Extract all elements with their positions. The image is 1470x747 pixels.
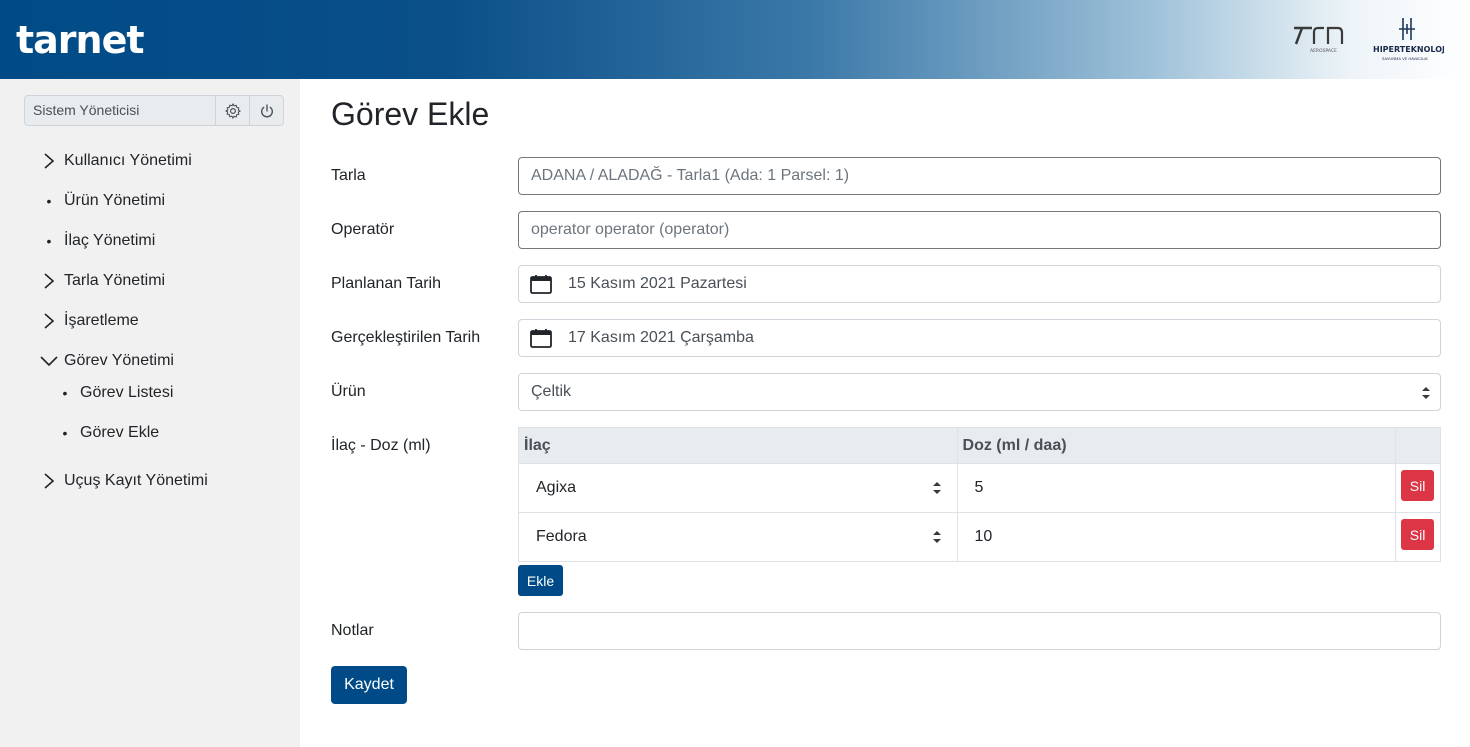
sidebar-subitem-gorev-listesi[interactable]: • Görev Listesi: [56, 383, 174, 403]
bullet-icon: •: [46, 193, 52, 209]
operator-label: Operatör: [331, 221, 395, 238]
select-arrows-icon: [932, 531, 941, 543]
doz-value: 5: [974, 479, 984, 496]
sidebar-item-label: İşaretleme: [64, 312, 139, 329]
gerceklestirilen-tarih-value: 17 Kasım 2021 Çarşamba: [568, 329, 754, 346]
table-row: Fedora 10 Sil: [518, 512, 1441, 562]
logout-button[interactable]: [249, 96, 283, 125]
table-row: Agixa 5 Sil: [518, 463, 1441, 513]
ilac-value: Agixa: [536, 479, 577, 496]
sidebar-item-label: Kullanıcı Yönetimi: [64, 152, 192, 169]
bullet-icon: •: [62, 385, 68, 401]
gear-icon: [224, 102, 241, 119]
svg-text:AEROSPACE: AEROSPACE: [1310, 48, 1337, 54]
trn-aerospace-logo: AEROSPACE: [1294, 26, 1344, 54]
select-arrows-icon: [932, 482, 941, 494]
gerceklestirilen-tarih-field[interactable]: 17 Kasım 2021 Çarşamba: [518, 319, 1441, 357]
sidebar-item-gorev[interactable]: Görev Yönetimi: [40, 351, 174, 371]
sidebar-item-ilac[interactable]: • İlaç Yönetimi: [40, 231, 156, 251]
chevron-right-icon: [44, 313, 55, 329]
delete-button[interactable]: Sil: [1401, 470, 1435, 501]
page-title: Görev Ekle: [331, 96, 490, 132]
app-header: tarnet AEROSPACE HIPERTEKNOLOJI SAVUNMA …: [0, 0, 1470, 79]
planlanan-tarih-value: 15 Kasım 2021 Pazartesi: [568, 275, 747, 292]
action-cell: Sil: [1395, 512, 1441, 562]
chevron-right-icon: [44, 273, 55, 289]
sidebar-subitem-gorev-ekle[interactable]: • Görev Ekle: [56, 423, 160, 443]
settings-button[interactable]: [215, 96, 249, 125]
sidebar-item-label: Uçuş Kayıt Yönetimi: [64, 472, 208, 489]
column-header-ilac: İlaç: [518, 427, 958, 464]
chevron-right-icon: [44, 153, 55, 169]
sidebar-item-urun[interactable]: • Ürün Yönetimi: [40, 191, 166, 211]
svg-text:SAVUNMA VE HAVACILIK: SAVUNMA VE HAVACILIK: [1382, 56, 1428, 61]
sidebar-item-tarla[interactable]: Tarla Yönetimi: [40, 271, 165, 291]
gerceklestirilen-tarih-label: Gerçekleştirilen Tarih: [331, 329, 481, 346]
action-cell: Sil: [1395, 463, 1441, 513]
sidebar-item-label: Ürün Yönetimi: [64, 192, 166, 209]
chevron-down-icon: [40, 356, 58, 367]
urun-value: Çeltik: [531, 383, 572, 400]
sidebar-item-label: Tarla Yönetimi: [64, 272, 166, 289]
ilac-doz-label: İlaç - Doz (ml): [331, 437, 431, 454]
urun-select[interactable]: Çeltik: [518, 373, 1441, 411]
tarla-field[interactable]: ADANA / ALADAĞ - Tarla1 (Ada: 1 Parsel: …: [518, 157, 1441, 195]
bullet-icon: •: [46, 233, 52, 249]
operator-field[interactable]: operator operator (operator): [518, 211, 1441, 249]
planlanan-tarih-field[interactable]: 15 Kasım 2021 Pazartesi: [518, 265, 1441, 303]
notlar-input[interactable]: [518, 612, 1441, 650]
user-name: Sistem Yöneticisi: [33, 102, 140, 118]
brand-logo[interactable]: tarnet: [16, 18, 145, 62]
column-header-actions: [1395, 427, 1441, 464]
ilac-select[interactable]: Fedora: [518, 512, 958, 562]
sidebar: Sistem Yöneticisi: [0, 79, 300, 747]
sidebar-subitem-label: Görev Ekle: [80, 424, 160, 441]
ilac-value: Fedora: [536, 528, 587, 545]
delete-button[interactable]: Sil: [1401, 519, 1435, 550]
column-header-doz: Doz (ml / daa): [956, 427, 1397, 464]
bullet-icon: •: [62, 425, 68, 441]
doz-input[interactable]: 10: [956, 512, 1397, 562]
doz-value: 10: [974, 528, 993, 545]
hiperteknoloji-logo: HIPERTEKNOLOJI SAVUNMA VE HAVACILIK: [1373, 18, 1444, 61]
user-box: Sistem Yöneticisi: [24, 95, 284, 126]
planlanan-tarih-label: Planlanan Tarih: [331, 275, 442, 292]
calendar-icon: [530, 275, 552, 294]
tarla-label: Tarla: [331, 167, 366, 184]
sidebar-item-ucus-kayit[interactable]: Uçuş Kayıt Yönetimi: [40, 471, 208, 491]
sidebar-item-label: Görev Yönetimi: [64, 352, 174, 369]
ilac-doz-table: İlaç Doz (ml / daa) Agixa 5 Sil Fedora 1: [518, 427, 1441, 562]
table-header-row: İlaç Doz (ml / daa): [518, 427, 1441, 464]
tarla-value: ADANA / ALADAĞ - Tarla1 (Ada: 1 Parsel: …: [531, 167, 850, 184]
power-icon: [260, 103, 273, 117]
sidebar-subitem-label: Görev Listesi: [80, 384, 174, 401]
chevron-right-icon: [44, 473, 55, 489]
select-arrows-icon: [1422, 387, 1430, 399]
sidebar-item-isaretleme[interactable]: İşaretleme: [40, 311, 139, 331]
ilac-select[interactable]: Agixa: [518, 463, 958, 513]
save-button[interactable]: Kaydet: [331, 666, 407, 704]
operator-value: operator operator (operator): [531, 221, 730, 238]
add-row-button[interactable]: Ekle: [518, 565, 563, 596]
calendar-icon: [530, 329, 552, 348]
doz-input[interactable]: 5: [956, 463, 1397, 513]
notlar-label: Notlar: [331, 622, 374, 639]
sidebar-item-label: İlaç Yönetimi: [64, 232, 156, 249]
sidebar-item-kullanici[interactable]: Kullanıcı Yönetimi: [40, 151, 192, 171]
svg-text:HIPERTEKNOLOJI: HIPERTEKNOLOJI: [1373, 45, 1444, 54]
urun-label: Ürün: [331, 383, 366, 400]
